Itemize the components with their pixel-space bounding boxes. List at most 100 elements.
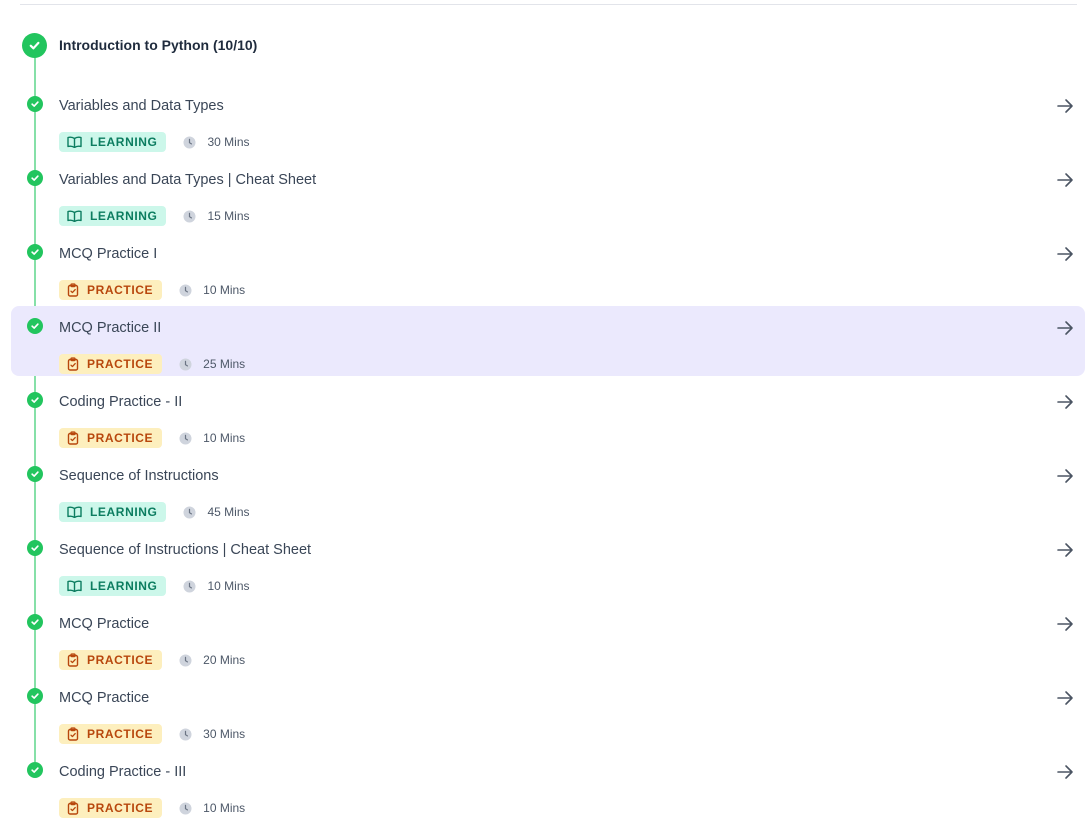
check-circle-icon [27, 466, 43, 482]
clipboard-icon [67, 653, 87, 667]
clock-icon [183, 210, 196, 223]
practice-badge: PRACTICE [59, 650, 163, 670]
section-header[interactable]: Introduction to Python (10/10) [22, 32, 257, 58]
clock-icon [179, 284, 192, 297]
check-circle-icon [27, 170, 43, 186]
module-row[interactable]: MCQ Practice II PRACTICE 25 Mins [11, 306, 1085, 376]
clock-icon [179, 432, 192, 445]
module-title: Coding Practice - II [59, 394, 183, 410]
arrow-right-icon[interactable] [1055, 392, 1075, 412]
duration-text: 30 Mins [203, 727, 246, 741]
practice-badge: PRACTICE [59, 724, 163, 744]
check-circle-icon [27, 762, 43, 778]
module-meta: LEARNING 15 Mins [59, 206, 250, 226]
module-meta: LEARNING 45 Mins [59, 502, 250, 522]
badge-label: PRACTICE [87, 283, 154, 297]
clock-icon [179, 802, 192, 815]
arrow-right-icon[interactable] [1055, 466, 1075, 486]
learning-badge: LEARNING [59, 132, 167, 152]
module-row[interactable]: Coding Practice - II PRACTICE 10 Mins [11, 380, 1085, 450]
arrow-right-icon[interactable] [1055, 614, 1075, 634]
clock-icon [183, 506, 196, 519]
clock-icon [179, 358, 192, 371]
duration-text: 20 Mins [203, 653, 246, 667]
check-circle-icon [27, 688, 43, 704]
module-row[interactable]: Coding Practice - III PRACTICE 10 Mins [11, 750, 1085, 820]
duration-text: 10 Mins [203, 431, 246, 445]
book-icon [67, 506, 90, 518]
badge-label: LEARNING [90, 579, 158, 593]
clipboard-icon [67, 727, 87, 741]
module-title: MCQ Practice [59, 616, 150, 632]
arrow-right-icon[interactable] [1055, 762, 1075, 782]
clock-icon [183, 580, 196, 593]
module-title: Sequence of Instructions | Cheat Sheet [59, 542, 312, 558]
book-icon [67, 580, 90, 592]
module-meta: PRACTICE 10 Mins [59, 798, 245, 818]
module-row[interactable]: Sequence of Instructions | Cheat Sheet LE… [11, 528, 1085, 598]
module-meta: LEARNING 30 Mins [59, 132, 250, 152]
practice-badge: PRACTICE [59, 354, 163, 374]
module-title: Variables and Data Types [59, 98, 224, 114]
module-row[interactable]: MCQ Practice PRACTICE 30 Mins [11, 676, 1085, 746]
module-title: MCQ Practice I [59, 246, 158, 262]
module-row[interactable]: MCQ Practice I PRACTICE 10 Mins [11, 232, 1085, 302]
badge-label: LEARNING [90, 209, 158, 223]
arrow-right-icon[interactable] [1055, 318, 1075, 338]
top-divider [20, 4, 1077, 5]
arrow-right-icon[interactable] [1055, 96, 1075, 116]
module-meta: PRACTICE 10 Mins [59, 280, 245, 300]
check-circle-icon [27, 318, 43, 334]
clipboard-icon [67, 801, 87, 815]
badge-label: LEARNING [90, 135, 158, 149]
clock-icon [183, 136, 196, 149]
duration-text: 10 Mins [203, 283, 246, 297]
learning-badge: LEARNING [59, 206, 167, 226]
clipboard-icon [67, 431, 87, 445]
duration-text: 25 Mins [203, 357, 246, 371]
module-meta: PRACTICE 30 Mins [59, 724, 245, 744]
module-row[interactable]: Variables and Data Types | Cheat Sheet LE… [11, 158, 1085, 228]
duration-text: 10 Mins [207, 579, 250, 593]
duration-text: 45 Mins [207, 505, 250, 519]
practice-badge: PRACTICE [59, 798, 163, 818]
module-title: MCQ Practice [59, 690, 150, 706]
arrow-right-icon[interactable] [1055, 688, 1075, 708]
arrow-right-icon[interactable] [1055, 540, 1075, 560]
duration-text: 15 Mins [207, 209, 250, 223]
module-title: Variables and Data Types | Cheat Sheet [59, 172, 317, 188]
section-title: Introduction to Python (10/10) [59, 37, 258, 53]
arrow-right-icon[interactable] [1055, 170, 1075, 190]
clipboard-icon [67, 357, 87, 371]
module-row[interactable]: Sequence of Instructions LEARNING 45 Mins [11, 454, 1085, 524]
module-meta: PRACTICE 20 Mins [59, 650, 245, 670]
duration-text: 30 Mins [207, 135, 250, 149]
duration-text: 10 Mins [203, 801, 246, 815]
clock-icon [179, 654, 192, 667]
arrow-right-icon[interactable] [1055, 244, 1075, 264]
clock-icon [179, 728, 192, 741]
module-title: MCQ Practice II [59, 320, 162, 336]
practice-badge: PRACTICE [59, 428, 163, 448]
badge-label: PRACTICE [87, 653, 154, 667]
book-icon [67, 136, 90, 148]
badge-label: PRACTICE [87, 801, 154, 815]
module-title: Coding Practice - III [59, 764, 187, 780]
module-meta: PRACTICE 25 Mins [59, 354, 245, 374]
check-circle-icon [22, 32, 47, 58]
module-meta: LEARNING 10 Mins [59, 576, 250, 596]
check-circle-icon [27, 96, 43, 112]
badge-label: PRACTICE [87, 431, 154, 445]
clipboard-icon [67, 283, 87, 297]
badge-label: PRACTICE [87, 357, 154, 371]
learning-badge: LEARNING [59, 502, 167, 522]
module-row[interactable]: MCQ Practice PRACTICE 20 Mins [11, 602, 1085, 672]
module-title: Sequence of Instructions [59, 468, 219, 484]
module-row[interactable]: Variables and Data Types LEARNING 30 Mins [11, 84, 1085, 154]
practice-badge: PRACTICE [59, 280, 163, 300]
check-circle-icon [27, 540, 43, 556]
check-circle-icon [27, 244, 43, 260]
learning-badge: LEARNING [59, 576, 167, 596]
check-circle-icon [27, 614, 43, 630]
badge-label: PRACTICE [87, 727, 154, 741]
